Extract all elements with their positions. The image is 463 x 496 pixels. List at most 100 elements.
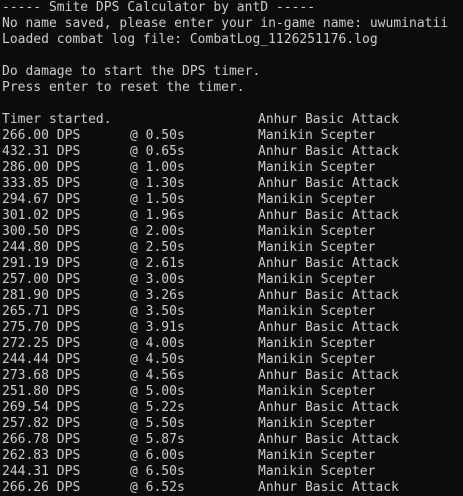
dps-value: 432.31 DPS (2, 144, 81, 159)
dps-value: 244.80 DPS (2, 240, 81, 255)
time-value: @ 2.00s (130, 224, 185, 239)
ability-name: Manikin Scepter (258, 304, 376, 319)
ability-name: Manikin Scepter (258, 224, 376, 239)
dps-log-row: 266.78 DPS @ 5.87s Anhur Basic Attack (2, 432, 463, 448)
dps-log-row: 294.67 DPS @ 1.50s Manikin Scepter (2, 192, 463, 208)
time-value: @ 5.50s (130, 416, 185, 431)
time-value: @ 5.87s (130, 432, 185, 447)
dps-value: 281.90 DPS (2, 288, 81, 303)
dps-log-row: 275.70 DPS @ 3.91s Anhur Basic Attack (2, 320, 463, 336)
dps-log-row: 432.31 DPS @ 0.65s Anhur Basic Attack (2, 144, 463, 160)
dps-value: 291.19 DPS (2, 256, 81, 271)
ability-name: Manikin Scepter (258, 448, 376, 463)
ability-name: Manikin Scepter (258, 160, 376, 175)
dps-value: 257.00 DPS (2, 272, 81, 287)
dps-log-row: 273.68 DPS @ 4.56s Anhur Basic Attack (2, 368, 463, 384)
ability-name: Anhur Basic Attack (258, 144, 399, 159)
ability-name: Anhur Basic Attack (258, 288, 399, 303)
dps-value: 257.82 DPS (2, 416, 81, 431)
ability-name: Manikin Scepter (258, 192, 376, 207)
dps-log-row: 266.00 DPS @ 0.50s Manikin Scepter (2, 128, 463, 144)
dps-log-row: 244.44 DPS @ 4.50s Manikin Scepter (2, 352, 463, 368)
dps-value: 265.71 DPS (2, 304, 81, 319)
ability-name: Manikin Scepter (258, 352, 376, 367)
ability-name: Anhur Basic Attack (258, 176, 399, 191)
console-window[interactable]: ----- Smite DPS Calculator by antD -----… (0, 0, 463, 496)
ability-name: Anhur Basic Attack (258, 368, 399, 383)
dps-log-row: 266.26 DPS @ 6.52s Anhur Basic Attack (2, 480, 463, 496)
dps-log-row: 244.31 DPS @ 6.50s Manikin Scepter (2, 464, 463, 480)
time-value: @ 0.50s (130, 128, 185, 143)
dps-log-list: 266.00 DPS @ 0.50s Manikin Scepter 432.31 D… (2, 128, 463, 496)
ability-name: Manikin Scepter (258, 272, 376, 287)
dps-value: 266.78 DPS (2, 432, 81, 447)
dps-value: 294.67 DPS (2, 192, 81, 207)
ability-name: Manikin Scepter (258, 384, 376, 399)
reset-instruction-line: Press enter to reset the timer. (2, 80, 245, 95)
ability-name: Anhur Basic Attack (258, 256, 399, 271)
start-instruction-line: Do damage to start the DPS timer. (2, 64, 261, 79)
dps-value: 266.26 DPS (2, 480, 81, 495)
dps-log-row: 257.00 DPS @ 3.00s Manikin Scepter (2, 272, 463, 288)
ability-name: Manikin Scepter (258, 336, 376, 351)
dps-log-row: 291.19 DPS @ 2.61s Anhur Basic Attack (2, 256, 463, 272)
time-value: @ 6.00s (130, 448, 185, 463)
time-value: @ 2.50s (130, 240, 185, 255)
ability-name: Manikin Scepter (258, 240, 376, 255)
name-prompt-line: No name saved, please enter your in-game… (2, 16, 449, 31)
time-value: @ 1.30s (130, 176, 185, 191)
dps-log-row: 251.80 DPS @ 5.00s Manikin Scepter (2, 384, 463, 400)
dps-value: 244.44 DPS (2, 352, 81, 367)
ability-name: Anhur Basic Attack (258, 320, 399, 335)
timer-started-row: Timer started. Anhur Basic Attack (2, 112, 463, 128)
dps-value: 251.80 DPS (2, 384, 81, 399)
timer-started-label: Timer started. (2, 112, 112, 127)
dps-value: 273.68 DPS (2, 368, 81, 383)
loaded-log-line: Loaded combat log file: CombatLog_112625… (2, 32, 378, 47)
ability-name: Manikin Scepter (258, 128, 376, 143)
dps-log-row: 272.25 DPS @ 4.00s Manikin Scepter (2, 336, 463, 352)
dps-value: 244.31 DPS (2, 464, 81, 479)
dps-value: 286.00 DPS (2, 160, 81, 175)
time-value: @ 3.91s (130, 320, 185, 335)
time-value: @ 1.96s (130, 208, 185, 223)
dps-log-row: 262.83 DPS @ 6.00s Manikin Scepter (2, 448, 463, 464)
time-value: @ 6.52s (130, 480, 185, 495)
time-value: @ 4.50s (130, 352, 185, 367)
timer-started-ability: Anhur Basic Attack (258, 112, 399, 127)
time-value: @ 5.22s (130, 400, 185, 415)
dps-log-row: 257.82 DPS @ 5.50s Manikin Scepter (2, 416, 463, 432)
dps-log-row: 265.71 DPS @ 3.50s Manikin Scepter (2, 304, 463, 320)
time-value: @ 3.26s (130, 288, 185, 303)
time-value: @ 5.00s (130, 384, 185, 399)
time-value: @ 6.50s (130, 464, 185, 479)
time-value: @ 3.50s (130, 304, 185, 319)
ability-name: Manikin Scepter (258, 416, 376, 431)
time-value: @ 3.00s (130, 272, 185, 287)
dps-log-row: 333.85 DPS @ 1.30s Anhur Basic Attack (2, 176, 463, 192)
time-value: @ 1.50s (130, 192, 185, 207)
dps-value: 333.85 DPS (2, 176, 81, 191)
dps-value: 266.00 DPS (2, 128, 81, 143)
dps-value: 269.54 DPS (2, 400, 81, 415)
dps-value: 275.70 DPS (2, 320, 81, 335)
dps-log-row: 281.90 DPS @ 3.26s Anhur Basic Attack (2, 288, 463, 304)
ability-name: Anhur Basic Attack (258, 400, 399, 415)
dps-log-row: 301.02 DPS @ 1.96s Anhur Basic Attack (2, 208, 463, 224)
dps-log-row: 286.00 DPS @ 1.00s Manikin Scepter (2, 160, 463, 176)
time-value: @ 2.61s (130, 256, 185, 271)
ability-name: Anhur Basic Attack (258, 432, 399, 447)
dps-value: 301.02 DPS (2, 208, 81, 223)
dps-log-row: 244.80 DPS @ 2.50s Manikin Scepter (2, 240, 463, 256)
ability-name: Anhur Basic Attack (258, 208, 399, 223)
dps-value: 262.83 DPS (2, 448, 81, 463)
dps-log-row: 269.54 DPS @ 5.22s Anhur Basic Attack (2, 400, 463, 416)
banner-line: ----- Smite DPS Calculator by antD ----- (2, 0, 316, 15)
dps-log-row: 300.50 DPS @ 2.00s Manikin Scepter (2, 224, 463, 240)
dps-value: 300.50 DPS (2, 224, 81, 239)
ability-name: Anhur Basic Attack (258, 480, 399, 495)
dps-value: 272.25 DPS (2, 336, 81, 351)
time-value: @ 0.65s (130, 144, 185, 159)
